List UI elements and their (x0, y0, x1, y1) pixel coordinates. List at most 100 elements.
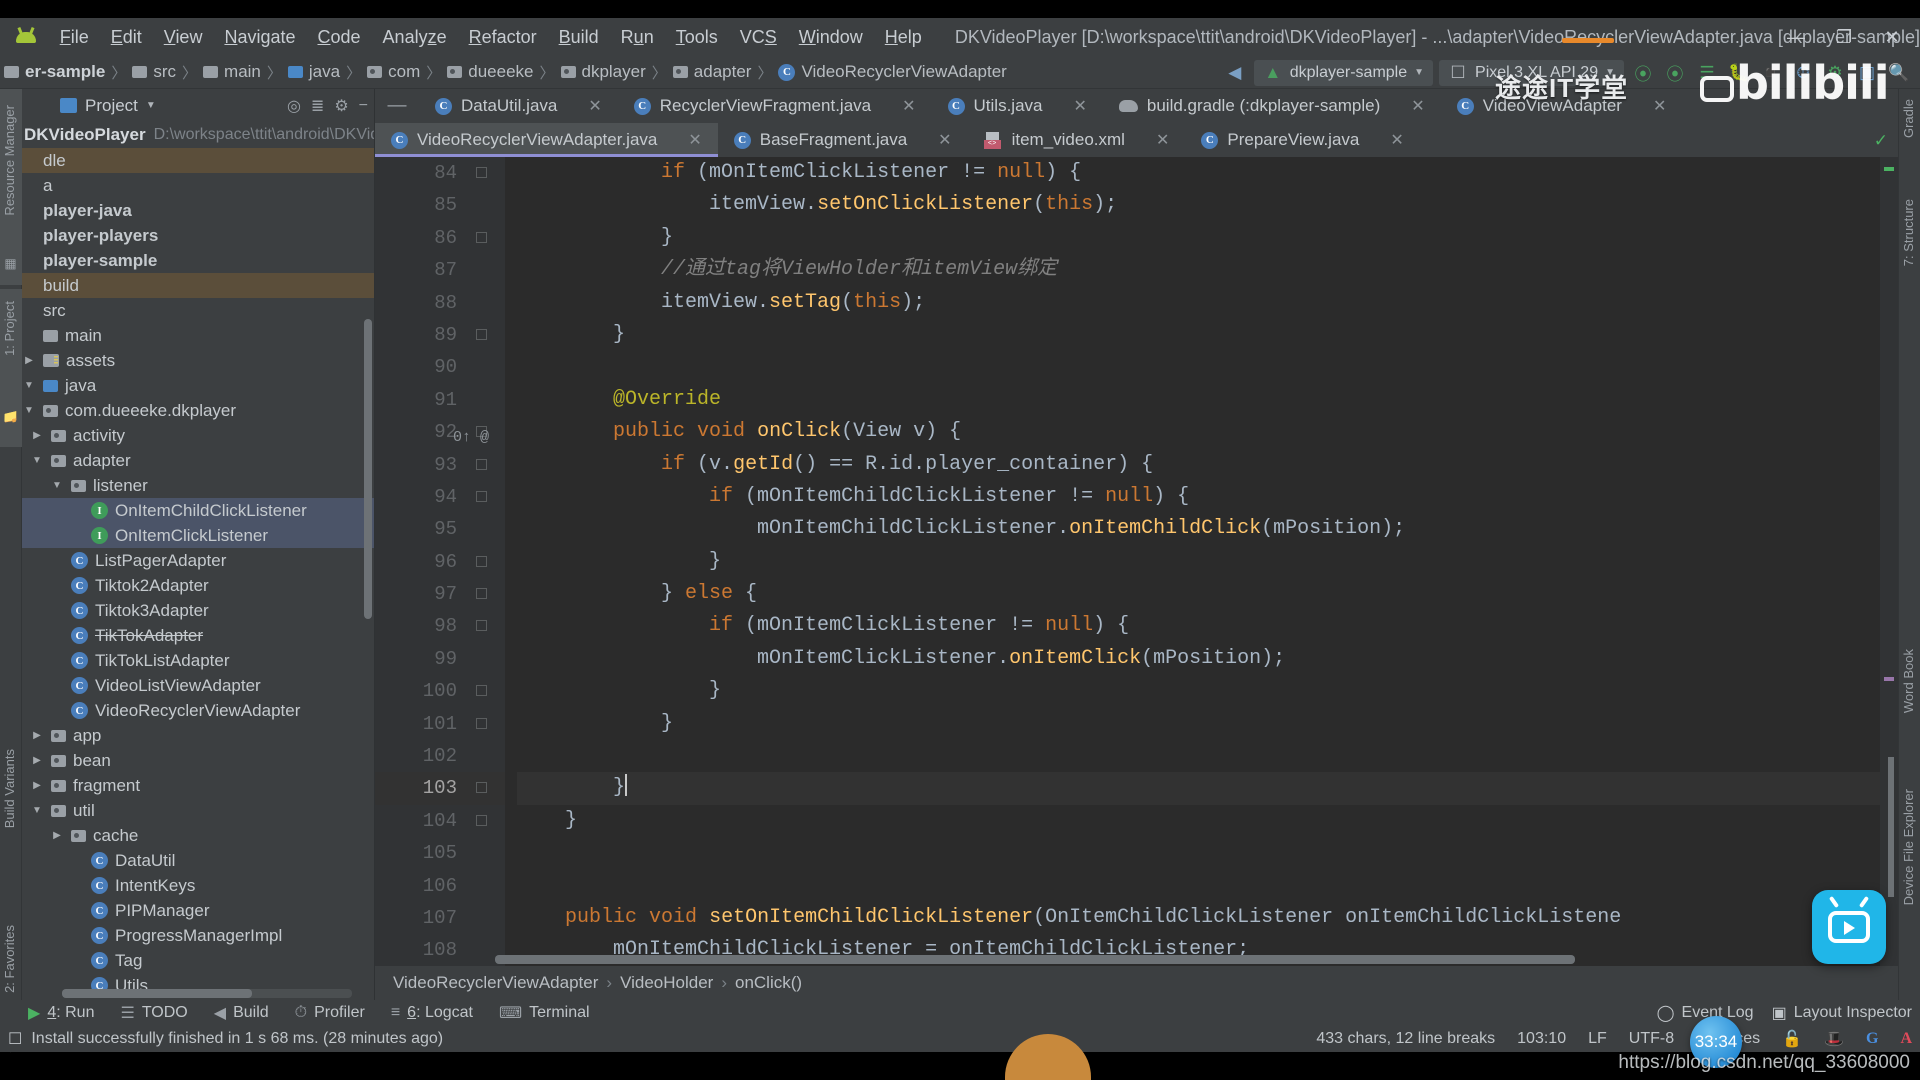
close-icon[interactable]: ✕ (938, 130, 951, 150)
menu-item-tools[interactable]: Tools (665, 23, 729, 52)
code-line-98[interactable]: if (mOnItemClickListener != null) { (517, 610, 1898, 642)
settings-icon[interactable]: ⚙ (334, 96, 348, 116)
tree-node-player-java[interactable]: player-java (22, 198, 374, 223)
code-line-96[interactable]: } (517, 546, 1898, 578)
code-line-88[interactable]: itemView.setTag(this); (517, 287, 1898, 319)
status-caret-position[interactable]: 103:10 (1517, 1030, 1566, 1048)
breadcrumb-item-adapter[interactable]: adapter (669, 62, 756, 82)
line-number-102[interactable]: 102 (375, 740, 505, 772)
line-number-94[interactable]: 94 (375, 481, 505, 513)
line-number-gutter[interactable]: 84 85 86 87 88 89 90 91 92 0↑ @93 94 95 96 97 98 99 100 1… (375, 157, 505, 966)
tree-node-player-sample[interactable]: player-sample (22, 248, 374, 273)
line-number-84[interactable]: 84 (375, 157, 505, 189)
minimize-button[interactable]: — (1774, 22, 1818, 52)
line-number-89[interactable]: 89 (375, 319, 505, 351)
chevron-down-icon[interactable]: ▼ (22, 380, 36, 391)
line-number-86[interactable]: 86 (375, 222, 505, 254)
editor-breadcrumb-videoholder[interactable]: VideoHolder (620, 973, 713, 993)
chevron-right-icon[interactable]: ▶ (50, 830, 64, 841)
fold-marker[interactable] (476, 620, 487, 632)
code-line-107[interactable]: public void setOnItemChildClickListener(… (517, 902, 1898, 934)
error-stripe-marks[interactable] (1880, 157, 1898, 966)
menu-item-file[interactable]: File (49, 23, 100, 52)
build-hammer-icon[interactable]: ◀ (1222, 60, 1248, 86)
google-icon[interactable]: G (1866, 1030, 1878, 1048)
code-line-102[interactable] (517, 740, 1898, 772)
tree-node-cache[interactable]: ▶ cache (22, 823, 374, 848)
code-line-104[interactable]: } (517, 805, 1898, 837)
status-line-separator[interactable]: LF (1588, 1030, 1607, 1048)
menu-item-code[interactable]: Code (307, 23, 372, 52)
tree-node-a[interactable]: a (22, 173, 374, 198)
run-configuration-selector[interactable]: ▲ dkplayer-sample ▼ (1253, 59, 1434, 86)
tree-node-activity[interactable]: ▶ activity (22, 423, 374, 448)
menu-item-vcs[interactable]: VCS (729, 23, 788, 52)
strip-favorites[interactable]: 2: Favorites (2, 925, 17, 993)
line-number-101[interactable]: 101 (375, 708, 505, 740)
tree-node-datautil[interactable]: C DataUtil (22, 848, 374, 873)
tree-node-dle[interactable]: dle (22, 148, 374, 173)
hide-icon[interactable]: − (359, 97, 368, 115)
chevron-down-icon[interactable]: ▼ (146, 100, 156, 111)
fold-marker[interactable] (476, 814, 487, 826)
line-number-107[interactable]: 107 (375, 902, 505, 934)
status-encoding[interactable]: UTF-8 (1629, 1030, 1674, 1048)
menu-item-navigate[interactable]: Navigate (213, 23, 306, 52)
tree-node-util[interactable]: ▼ util (22, 798, 374, 823)
run-icon[interactable]: ⦿ (1630, 60, 1656, 86)
close-icon[interactable]: ✕ (1156, 130, 1169, 150)
line-number-106[interactable]: 106 (375, 870, 505, 902)
code-line-101[interactable]: } (517, 708, 1898, 740)
hat-icon[interactable]: 🎩 (1824, 1029, 1844, 1049)
breadcrumb-item-src[interactable]: src (128, 62, 180, 82)
tree-node-tiktoklistadapter[interactable]: C TikTokListAdapter (22, 648, 374, 673)
close-icon[interactable]: ✕ (1411, 96, 1424, 116)
code-line-90[interactable] (517, 351, 1898, 383)
strip-build-variants[interactable]: Build Variants (2, 749, 17, 828)
tree-node-com-dueeeke-dkplayer[interactable]: ▼ com.dueeeke.dkplayer (22, 398, 374, 423)
tool-window-profiler[interactable]: ⏱ Profiler (295, 1004, 365, 1022)
tree-node-tiktokadapter[interactable]: C TikTokAdapter (22, 623, 374, 648)
line-number-98[interactable]: 98 (375, 610, 505, 642)
tree-node-videolistviewadapter[interactable]: C VideoListViewAdapter (22, 673, 374, 698)
project-tree-vscrollbar[interactable] (364, 319, 372, 619)
strip-project[interactable]: 1: Project (2, 301, 17, 356)
chevron-right-icon[interactable]: ▶ (30, 780, 44, 791)
fold-marker[interactable] (476, 685, 487, 697)
analytics-icon[interactable]: A (1900, 1030, 1912, 1048)
tree-node-tiktok3adapter[interactable]: C Tiktok3Adapter (22, 598, 374, 623)
layout-inspector-button[interactable]: ▣ Layout Inspector (1772, 1003, 1912, 1023)
tree-node-java[interactable]: ▼ java (22, 373, 374, 398)
menu-item-edit[interactable]: Edit (100, 23, 153, 52)
code-line-94[interactable]: if (mOnItemChildClickListener != null) { (517, 481, 1898, 513)
close-button[interactable]: ✕ (1870, 22, 1914, 52)
chevron-down-icon[interactable]: ▼ (50, 480, 64, 491)
editor-tab-videorecyclerviewadapter-java[interactable]: C VideoRecyclerViewAdapter.java ✕ (375, 123, 718, 157)
strip-device-file-explorer[interactable]: Device File Explorer (1901, 789, 1916, 905)
tree-node-fragment[interactable]: ▶ fragment (22, 773, 374, 798)
locate-icon[interactable]: ◎ (287, 96, 301, 116)
tree-node-assets[interactable]: ▶ assets (22, 348, 374, 373)
code-editor[interactable]: 84 85 86 87 88 89 90 91 92 0↑ @93 94 95 96 97 98 99 100 1… (375, 157, 1898, 966)
search-icon[interactable]: 🔍 (1886, 60, 1912, 86)
editor-tab-build-gradle-dkplayer-sample-[interactable]: build.gradle (:dkplayer-sample) ✕ (1103, 89, 1441, 123)
line-number-103[interactable]: 103 (375, 772, 505, 805)
code-line-97[interactable]: } else { (517, 578, 1898, 610)
menu-item-build[interactable]: Build (548, 23, 610, 52)
line-number-93[interactable]: 93 (375, 449, 505, 481)
tree-node-onitemchildclicklistener[interactable]: I OnItemChildClickListener (22, 498, 374, 523)
project-root-row[interactable]: DKVideoPlayer D:\workspace\ttit\android\… (22, 122, 374, 148)
breadcrumb-item-java[interactable]: java (284, 62, 344, 82)
editor-tab-utils-java[interactable]: C Utils.java ✕ (932, 89, 1103, 123)
editor-breadcrumb-videorecyclerviewadapter[interactable]: VideoRecyclerViewAdapter (393, 973, 598, 993)
breadcrumb-item-videorecyclerviewadapter[interactable]: C VideoRecyclerViewAdapter (774, 62, 1010, 82)
strip-gradle[interactable]: Gradle (1901, 99, 1916, 138)
fold-marker[interactable] (476, 458, 487, 470)
line-number-96[interactable]: 96 (375, 546, 505, 578)
editor-tab-datautil-java[interactable]: C DataUtil.java ✕ (419, 89, 618, 123)
chevron-right-icon[interactable]: ▶ (30, 755, 44, 766)
tree-node-tag[interactable]: C Tag (22, 948, 374, 973)
project-panel-title[interactable]: Project (85, 96, 138, 116)
line-number-104[interactable]: 104 (375, 805, 505, 837)
line-number-100[interactable]: 100 (375, 675, 505, 707)
